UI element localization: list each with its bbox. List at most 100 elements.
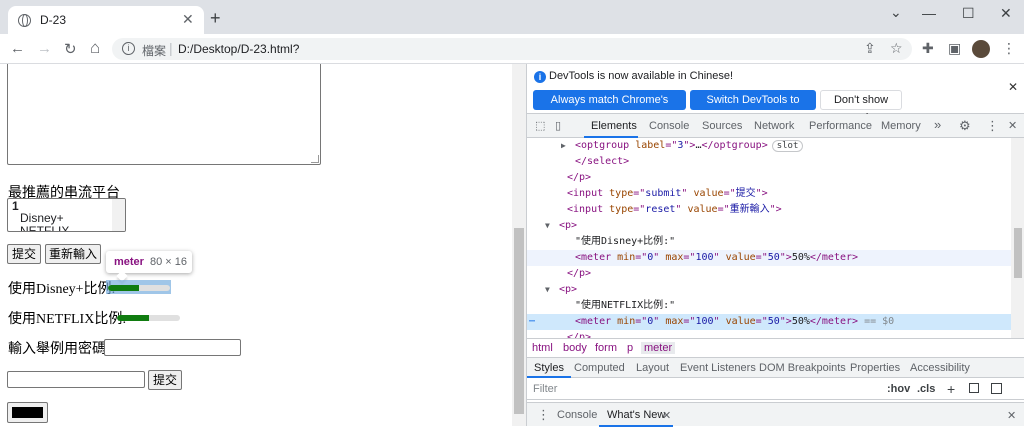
url-separator: | xyxy=(169,40,173,56)
url-scheme: 檔案 xyxy=(142,44,167,58)
resize-grip-icon[interactable] xyxy=(311,155,319,163)
submit-button-2[interactable]: 提交 xyxy=(148,370,182,390)
url-text[interactable]: D:/Desktop/D-23.html? xyxy=(178,42,299,56)
address-bar[interactable]: i 檔案 | D:/Desktop/D-23.html? xyxy=(112,38,912,60)
color-format-icon[interactable] xyxy=(969,383,979,393)
scrollbar-thumb[interactable] xyxy=(514,228,524,414)
window-close-button[interactable]: ✕ xyxy=(1000,5,1012,22)
expand-arrow-icon[interactable]: ▼ xyxy=(545,282,550,298)
inspect-element-icon[interactable]: ⬚ xyxy=(535,119,545,132)
home-icon[interactable]: ⌂ xyxy=(90,38,100,58)
node-actions-icon[interactable]: ⋯ xyxy=(529,314,535,330)
crumb-p[interactable]: p xyxy=(627,342,633,354)
share-icon[interactable]: ⇪ xyxy=(864,40,876,57)
match-language-button[interactable]: Always match Chrome's language xyxy=(533,90,686,126)
side-panel-icon[interactable]: ▣ xyxy=(948,40,961,57)
filter-input[interactable]: Filter xyxy=(533,383,557,395)
scrollbar-thumb[interactable] xyxy=(1014,228,1022,278)
drawer-tab-whats-new[interactable]: What's New xyxy=(607,409,665,421)
tab-search-icon[interactable]: ⌄ xyxy=(890,4,902,21)
chrome-menu-icon[interactable]: ⋮ xyxy=(1002,40,1016,57)
dom-node-text: "使用Disney+比例:" xyxy=(575,236,676,247)
tab-console[interactable]: Console xyxy=(649,120,689,132)
crumb-body[interactable]: body xyxy=(563,342,587,354)
hover-state-toggle[interactable]: :hov xyxy=(887,383,910,395)
dom-node-line[interactable]: ▼ <p> xyxy=(527,282,1011,298)
drawer-tab-console[interactable]: Console xyxy=(557,409,597,421)
dom-node-line[interactable]: "使用NETFLIX比例:" xyxy=(527,298,1011,314)
tab-memory[interactable]: Memory xyxy=(881,120,921,132)
listbox-option[interactable]: Disney+ xyxy=(20,211,64,225)
computed-sidebar-icon[interactable] xyxy=(991,383,1002,394)
dom-node-line[interactable]: <input type="submit" value="提交"> xyxy=(527,186,1011,202)
maximize-button[interactable]: ☐ xyxy=(962,5,975,22)
expand-arrow-icon[interactable]: ▼ xyxy=(545,218,550,234)
text-input[interactable] xyxy=(7,371,145,388)
dom-node-line[interactable]: ▶ <optgroup label="3">…</optgroup> slot xyxy=(527,138,1011,154)
new-tab-button[interactable]: + xyxy=(210,8,221,29)
forward-icon[interactable]: → xyxy=(37,40,52,57)
devtools-tabbar: ⬚ ▯ Elements Console Sources Network Per… xyxy=(527,114,1024,138)
browser-toolbar: ← → ↻ ⌂ i 檔案 | D:/Desktop/D-23.html? ⇪ ☆… xyxy=(0,34,1024,64)
dom-node-line[interactable]: </select> xyxy=(527,154,1011,170)
expand-arrow-icon[interactable]: ▶ xyxy=(561,138,566,154)
reset-button[interactable]: 重新輸入 xyxy=(45,244,101,264)
minimize-button[interactable]: — xyxy=(922,5,936,21)
dom-node-line[interactable]: ▼ <p> xyxy=(527,218,1011,234)
color-picker[interactable] xyxy=(7,402,48,423)
settings-gear-icon[interactable]: ⚙ xyxy=(959,118,971,134)
dom-node-line[interactable]: <input type="reset" value="重新輸入"> xyxy=(527,202,1011,218)
dom-scrollbar[interactable] xyxy=(1011,138,1024,338)
new-rule-icon[interactable]: + xyxy=(947,381,955,397)
tab-close-icon[interactable]: ✕ xyxy=(182,11,194,28)
tab-layout[interactable]: Layout xyxy=(636,362,669,374)
devtools-menu-icon[interactable]: ⋮ xyxy=(986,118,999,134)
tab-network[interactable]: Network xyxy=(754,120,794,132)
infobar-close-icon[interactable]: ✕ xyxy=(1008,80,1018,94)
extensions-icon[interactable]: ✚ xyxy=(922,40,934,57)
textarea[interactable] xyxy=(7,64,321,165)
dom-node-line[interactable]: </p> xyxy=(527,330,1011,338)
drawer-menu-icon[interactable]: ⋮ xyxy=(537,407,550,423)
submit-button[interactable]: 提交 xyxy=(7,244,41,264)
dom-node-line[interactable]: <meter min="0" max="100" value="50">50%<… xyxy=(527,250,1011,266)
more-tabs-icon[interactable]: » xyxy=(934,117,941,132)
back-icon[interactable]: ← xyxy=(10,40,25,57)
device-toolbar-icon[interactable]: ▯ xyxy=(555,119,561,132)
tab-performance[interactable]: Performance xyxy=(809,120,872,132)
profile-avatar[interactable] xyxy=(972,40,990,58)
tab-elements[interactable]: Elements xyxy=(591,120,637,132)
password-input[interactable] xyxy=(104,339,241,356)
listbox-option[interactable]: NETFLIX xyxy=(20,224,69,231)
dom-node-text: </select> xyxy=(575,156,630,167)
devtools-close-icon[interactable]: ✕ xyxy=(1008,119,1017,132)
tab-accessibility[interactable]: Accessibility xyxy=(910,362,970,374)
dont-show-again-button[interactable]: Don't show again xyxy=(820,90,902,124)
dom-node-line[interactable]: ⋯ <meter min="0" max="100" value="50">50%… xyxy=(527,314,1011,330)
info-icon[interactable]: i xyxy=(122,42,135,55)
bookmark-star-icon[interactable]: ☆ xyxy=(890,40,903,57)
dom-node-line[interactable]: </p> xyxy=(527,266,1011,282)
drawer-close-icon[interactable]: ✕ xyxy=(1007,409,1016,422)
switch-chinese-button[interactable]: Switch DevTools to Chinese xyxy=(690,90,816,126)
tab-styles[interactable]: Styles xyxy=(534,362,564,374)
dom-node-line[interactable]: "使用Disney+比例:" xyxy=(527,234,1011,250)
tab-event-listeners[interactable]: Event Listeners xyxy=(680,362,756,374)
tab-properties[interactable]: Properties xyxy=(850,362,900,374)
reload-icon[interactable]: ↻ xyxy=(64,40,77,58)
tab-sources[interactable]: Sources xyxy=(702,120,742,132)
listbox-scrollbar[interactable] xyxy=(112,199,125,231)
drawer-tab-close-icon[interactable]: ✕ xyxy=(662,409,671,422)
crumb-meter[interactable]: meter xyxy=(641,342,676,354)
tab-dom-breakpoints[interactable]: DOM Breakpoints xyxy=(759,362,846,374)
browser-tab[interactable]: D-23 ✕ xyxy=(8,6,204,34)
class-toggle[interactable]: .cls xyxy=(917,383,935,395)
platform-listbox[interactable]: 1 Disney+ NETFLIX xyxy=(7,198,126,232)
crumb-form[interactable]: form xyxy=(595,342,617,354)
crumb-html[interactable]: html xyxy=(532,342,553,354)
page-scrollbar[interactable] xyxy=(512,64,526,426)
dom-tree[interactable]: ▶ <optgroup label="3">…</optgroup> slot </s… xyxy=(527,138,1011,338)
slot-badge[interactable]: slot xyxy=(771,140,804,152)
tab-computed[interactable]: Computed xyxy=(574,362,625,374)
dom-node-line[interactable]: </p> xyxy=(527,170,1011,186)
